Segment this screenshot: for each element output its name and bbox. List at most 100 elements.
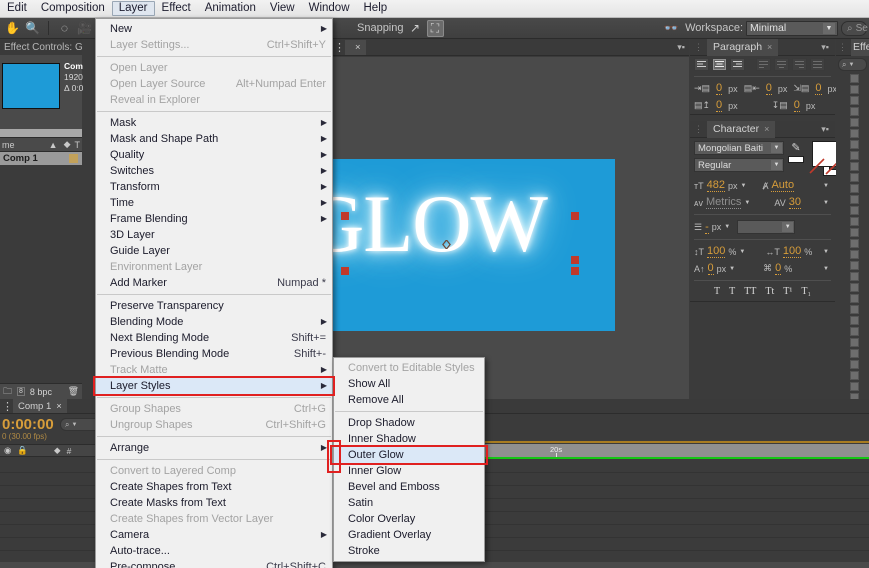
font-style-select[interactable]: Regular ▼: [694, 158, 784, 172]
effects-list-item[interactable]: [836, 150, 869, 161]
indent-right-value[interactable]: 0: [765, 82, 772, 95]
delete-icon[interactable]: 🗑: [68, 386, 79, 397]
layer-menu-item-guide-layer[interactable]: Guide Layer: [96, 243, 332, 259]
close-icon[interactable]: ×: [764, 124, 769, 134]
panel-grip-icon[interactable]: ⋮: [334, 41, 345, 54]
tracking-value[interactable]: 30: [788, 196, 801, 209]
workspace-select[interactable]: Minimal ▼: [746, 20, 838, 36]
effects-list-item[interactable]: [836, 161, 869, 172]
camera-tool-icon[interactable]: 🎥: [76, 20, 93, 37]
effects-list-item[interactable]: [836, 337, 869, 348]
effects-list-item[interactable]: [836, 315, 869, 326]
bit-depth-label[interactable]: 8 bpc: [30, 387, 52, 397]
effects-list-item[interactable]: [836, 128, 869, 139]
menubar-item-help[interactable]: Help: [357, 1, 395, 16]
menubar-item-composition[interactable]: Composition: [34, 1, 112, 16]
character-style-button-0[interactable]: T: [714, 286, 720, 297]
project-item-row[interactable]: Comp 1: [0, 152, 82, 165]
selection-handle-top-right[interactable]: [571, 212, 579, 220]
layer-menu-item-time[interactable]: Time ▶: [96, 195, 332, 211]
close-icon[interactable]: ×: [355, 42, 361, 53]
effects-list-item[interactable]: [836, 260, 869, 271]
layer-menu-item-add-marker[interactable]: Add Marker Numpad *: [96, 275, 332, 291]
layer-styles-item-show-all[interactable]: Show All: [334, 376, 484, 392]
horizontal-scale-value[interactable]: 100: [782, 245, 802, 258]
layer-menu[interactable]: New ▶ Layer Settings... Ctrl+Shift+Y Open La…: [95, 18, 333, 568]
composition-tab[interactable]: ×: [345, 39, 366, 55]
effects-list-item[interactable]: [836, 183, 869, 194]
layer-menu-item-mask-and-shape-path[interactable]: Mask and Shape Path ▶: [96, 131, 332, 147]
anchor-point-icon[interactable]: [442, 240, 451, 249]
layer-menu-item-arrange[interactable]: Arrange ▶: [96, 440, 332, 456]
align-left-button[interactable]: [694, 58, 709, 71]
layer-menu-item-blending-mode[interactable]: Blending Mode ▶: [96, 314, 332, 330]
layer-menu-item-layer-styles[interactable]: Layer Styles ▶: [96, 378, 332, 394]
panel-menu-icon[interactable]: ▾▪: [821, 42, 829, 53]
effects-list-item[interactable]: [836, 227, 869, 238]
layer-menu-item-new[interactable]: New ▶: [96, 21, 332, 37]
vertical-scale-value[interactable]: 100: [707, 245, 726, 258]
effects-tab[interactable]: Effects: [851, 38, 869, 56]
layer-styles-item-stroke[interactable]: Stroke: [334, 543, 484, 559]
composition-stage[interactable]: GLOW: [305, 57, 689, 406]
layer-styles-item-gradient-overlay[interactable]: Gradient Overlay: [334, 527, 484, 543]
effects-list-item[interactable]: [836, 348, 869, 359]
layer-menu-item-create-masks-from-text[interactable]: Create Masks from Text: [96, 495, 332, 511]
composition-canvas[interactable]: GLOW: [305, 159, 615, 331]
chevron-down-icon[interactable]: ▼: [823, 249, 829, 255]
effects-search-input[interactable]: ⌕ ▼: [838, 58, 867, 71]
fill-stroke-swatches[interactable]: [808, 141, 847, 175]
chevron-down-icon[interactable]: ▼: [724, 224, 730, 230]
panel-grip-icon[interactable]: ⋮: [2, 400, 13, 413]
selection-handle-right[interactable]: [571, 256, 579, 264]
effects-list-item[interactable]: [836, 139, 869, 150]
snapping-arrow-icon[interactable]: ↗: [407, 20, 424, 37]
font-size-value[interactable]: 482: [706, 179, 725, 192]
sort-arrow-icon[interactable]: ▲: [49, 140, 58, 150]
panel-grip-icon[interactable]: ⋮: [694, 42, 703, 53]
paragraph-tab[interactable]: Paragraph ×: [707, 38, 779, 56]
menubar-item-window[interactable]: Window: [302, 1, 357, 16]
current-time-display[interactable]: 0:00:00: [2, 416, 54, 433]
selection-handle-bottom-right[interactable]: [571, 267, 579, 275]
align-right-button[interactable]: [730, 58, 745, 71]
layer-styles-item-bevel-and-emboss[interactable]: Bevel and Emboss: [334, 479, 484, 495]
effects-list-item[interactable]: [836, 282, 869, 293]
eyedropper-icon[interactable]: ✎: [791, 141, 800, 154]
menubar-item-layer[interactable]: Layer: [111, 1, 155, 16]
justify-last-right-button[interactable]: [792, 58, 807, 71]
layer-styles-item-outer-glow[interactable]: Outer Glow: [334, 447, 484, 463]
effects-list-item[interactable]: [836, 249, 869, 260]
menubar-item-animation[interactable]: Animation: [198, 1, 263, 16]
align-center-button[interactable]: [712, 58, 727, 71]
chevron-down-icon[interactable]: ▼: [739, 249, 745, 255]
layer-styles-item-inner-shadow[interactable]: Inner Shadow: [334, 431, 484, 447]
panel-divider[interactable]: [0, 129, 82, 138]
layer-menu-item-preserve-transparency[interactable]: Preserve Transparency: [96, 298, 332, 314]
effects-list-item[interactable]: [836, 304, 869, 315]
chevron-down-icon[interactable]: ▼: [823, 183, 829, 189]
chevron-down-icon[interactable]: ▼: [823, 266, 829, 272]
character-style-button-4[interactable]: T¹: [783, 286, 792, 297]
hand-tool-icon[interactable]: ✋: [4, 20, 21, 37]
workspace-search-box[interactable]: ⌕ Se: [841, 20, 868, 36]
effects-list-item[interactable]: [836, 326, 869, 337]
stroke-width-value[interactable]: -: [705, 221, 709, 234]
layer-menu-item-auto-trace[interactable]: Auto-trace...: [96, 543, 332, 559]
close-icon[interactable]: ×: [767, 42, 772, 52]
layer-menu-item-transform[interactable]: Transform ▶: [96, 179, 332, 195]
layer-menu-item-pre-compose[interactable]: Pre-compose... Ctrl+Shift+C: [96, 559, 332, 568]
effects-list-item[interactable]: [836, 117, 869, 128]
panel-menu-icon[interactable]: ▾▪: [821, 124, 829, 135]
effects-list-item[interactable]: [836, 73, 869, 84]
effects-list-item[interactable]: [836, 216, 869, 227]
orbit-tool-icon[interactable]: ◌: [56, 20, 73, 37]
layer-menu-item-mask[interactable]: Mask ▶: [96, 115, 332, 131]
character-tab[interactable]: Character ×: [707, 120, 776, 138]
tsume-value[interactable]: 0: [775, 262, 782, 275]
menubar-item-effect[interactable]: Effect: [155, 1, 198, 16]
effects-list-item[interactable]: [836, 106, 869, 117]
character-style-button-5[interactable]: T₁: [801, 286, 811, 297]
fill-color-swatch[interactable]: [812, 141, 838, 167]
character-style-button-2[interactable]: TT: [744, 286, 756, 297]
